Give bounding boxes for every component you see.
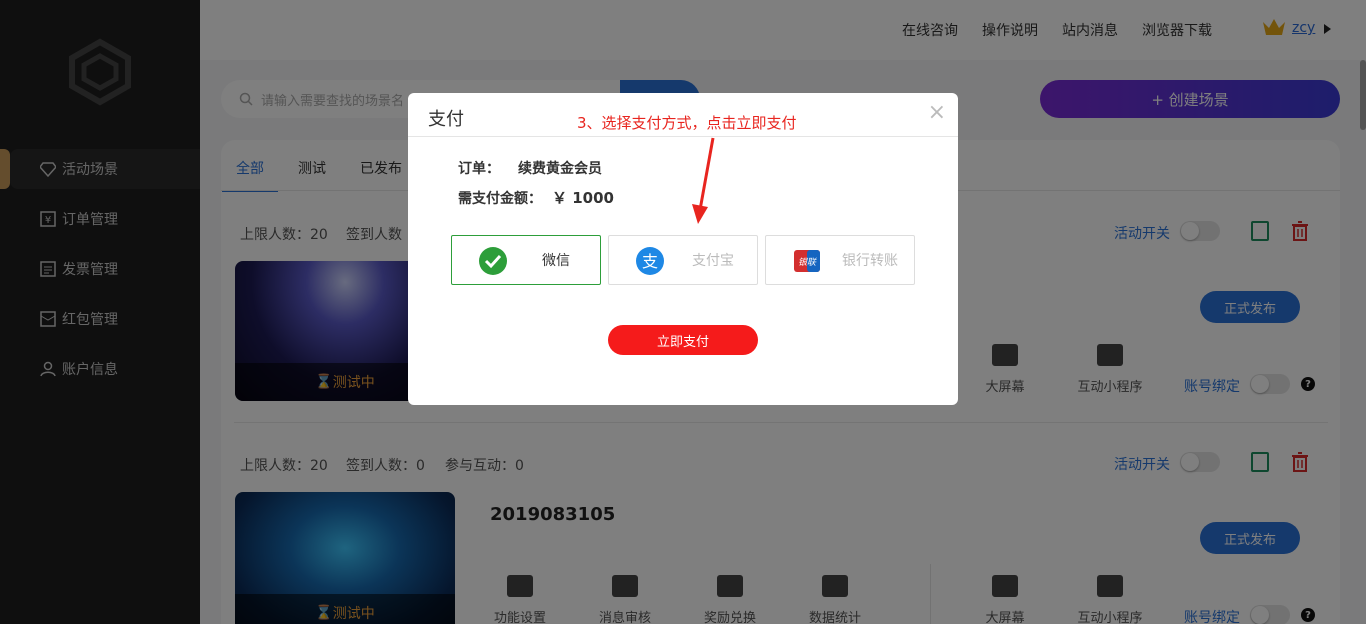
order-label: 订单：: [458, 161, 500, 177]
pay-option-label: 微信: [542, 253, 570, 269]
amount-info: 需支付金额： ￥ 1000: [458, 187, 614, 208]
pay-option-wechat[interactable]: 微信: [451, 235, 601, 285]
annotation-arrow-icon: [692, 137, 715, 224]
order-value: 续费黄金会员: [518, 161, 602, 177]
pay-option-alipay[interactable]: 支 支付宝: [608, 235, 758, 285]
order-info: 订单： 续费黄金会员: [458, 158, 602, 178]
dialog-divider: [408, 136, 958, 137]
pay-now-button[interactable]: 立即支付: [608, 325, 758, 355]
close-icon[interactable]: ×: [928, 101, 946, 125]
instruction-annotation: 3、选择支付方式，点击立即支付: [577, 114, 797, 132]
pay-option-bank[interactable]: 银联 银行转账: [765, 235, 915, 285]
pay-option-label: 银行转账: [842, 253, 898, 269]
amount-value: ￥ 1000: [552, 189, 614, 207]
dialog-title: 支付: [428, 109, 464, 130]
amount-label: 需支付金额：: [458, 191, 542, 207]
pay-option-label: 支付宝: [692, 253, 734, 269]
